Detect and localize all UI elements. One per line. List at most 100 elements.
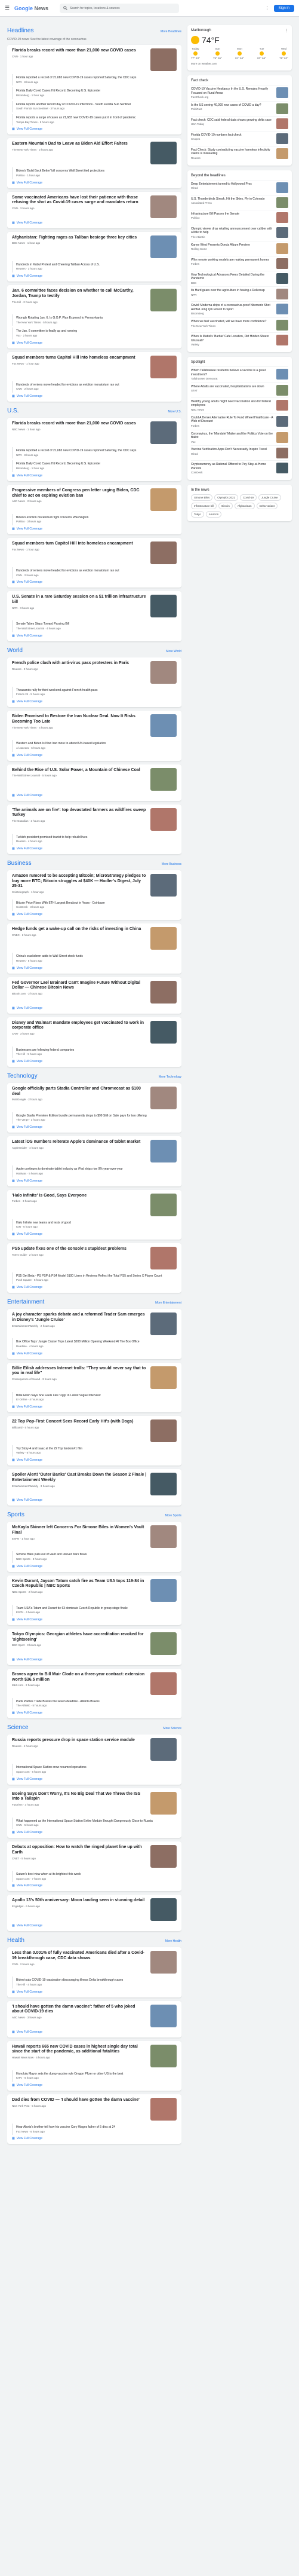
article-image[interactable] xyxy=(150,2044,177,2067)
related-article[interactable]: Biden's 'Build Back Better' bill concern… xyxy=(12,167,177,179)
article[interactable]: French police clash with anti-virus pass… xyxy=(12,660,177,684)
article-image[interactable] xyxy=(150,1845,177,1868)
full-coverage-link[interactable]: ▦ View Full Coverage xyxy=(12,966,177,970)
article-image[interactable] xyxy=(150,1738,177,1761)
article-image[interactable] xyxy=(150,421,177,445)
section-title[interactable]: World xyxy=(7,647,23,654)
article[interactable]: Latest iOS numbers reiterate Apple's dom… xyxy=(12,1140,177,1163)
side-article[interactable]: Olympic viewer drop retailing announceme… xyxy=(191,224,288,241)
article-title[interactable]: A joy character sparks debate and a refo… xyxy=(12,1313,147,1323)
article[interactable]: Hawaii reports 665 new COVID cases in hi… xyxy=(12,2044,177,2067)
related-article[interactable]: Western and Biden Is Now Iran more to at… xyxy=(12,740,177,752)
article-image[interactable] xyxy=(150,2004,177,2027)
related-article[interactable]: What happened as the International Space… xyxy=(12,1817,177,1829)
side-article[interactable]: Florida COVID-19 numbers fact check Snope… xyxy=(191,130,288,146)
article-title[interactable]: Some vaccinated Americans have lost thei… xyxy=(12,195,147,206)
article[interactable]: Eastern Mountain Dad to Leave as Biden A… xyxy=(12,142,177,165)
full-coverage-link[interactable]: ▦ View Full Coverage xyxy=(12,127,177,131)
article[interactable]: Florida breaks record with more than 21,… xyxy=(12,421,177,445)
full-coverage-link[interactable]: ▦ View Full Coverage xyxy=(12,1618,177,1622)
more-link[interactable]: More Entertainment xyxy=(155,1301,181,1305)
article-title[interactable]: Squad members turns Capitol Hill into ho… xyxy=(12,356,147,361)
article[interactable]: McKayla Skinner left Concerns For Simone… xyxy=(12,1525,177,1549)
article-image[interactable] xyxy=(150,48,177,71)
article-title[interactable]: Squad members turn Capitol Hill into hom… xyxy=(12,541,147,547)
related-article[interactable]: Team USA's Tatum and Durant tie 63 domin… xyxy=(12,1604,177,1616)
article[interactable]: Billie Eilish addresses Internet trolls:… xyxy=(12,1366,177,1389)
full-coverage-link[interactable]: ▦ View Full Coverage xyxy=(12,1458,177,1462)
menu-icon[interactable]: ☰ xyxy=(5,5,11,11)
side-article[interactable]: When Is Mattel's 'Barbie' Cafe Location,… xyxy=(191,332,288,348)
article-image[interactable] xyxy=(150,1473,177,1496)
article[interactable]: Hedge funds get a wake-up call on the ri… xyxy=(12,927,177,950)
related-article[interactable]: Florida reported a record of 21,683 new … xyxy=(12,447,177,459)
article[interactable]: PS5 update fixes one of the console's st… xyxy=(12,1246,177,1269)
article-title[interactable]: Tokyo Olympics: Georgian athletes have a… xyxy=(12,1632,147,1643)
article-title[interactable]: Progressive members of Congress pen lett… xyxy=(12,488,147,499)
side-article[interactable]: Where Adults are vaccinated, hospitaliza… xyxy=(191,382,288,397)
related-article[interactable]: Saturn's best view when at its brightest… xyxy=(12,1871,177,1883)
full-coverage-link[interactable]: ▦ View Full Coverage xyxy=(12,847,177,850)
article[interactable]: Braves agree to Bill Muir Clode on a thr… xyxy=(12,1672,177,1695)
related-article[interactable]: Florida Daily Covid Cases Hit Record, Be… xyxy=(12,87,177,99)
more-link[interactable]: More Technology xyxy=(159,1075,181,1079)
article-image[interactable] xyxy=(150,714,177,738)
article-title[interactable]: Fed Governor Lael Brainard Can't Imagine… xyxy=(12,981,147,992)
article-title[interactable]: French police clash with anti-virus pass… xyxy=(12,661,147,666)
full-coverage-link[interactable]: ▦ View Full Coverage xyxy=(12,1924,177,1928)
article-title[interactable]: Afghanistan: Fighting rages as Taliban b… xyxy=(12,235,147,241)
full-coverage-link[interactable]: ▦ View Full Coverage xyxy=(12,1060,177,1063)
search-input[interactable]: Search for topics, locations & sources xyxy=(60,3,179,13)
article-image[interactable] xyxy=(150,235,177,258)
article[interactable]: Jan. 6 committee faces decision on wheth… xyxy=(12,289,177,312)
article-title[interactable]: Disney and Walmart mandate employees get… xyxy=(12,1021,147,1032)
article-image[interactable] xyxy=(150,2098,177,2121)
article-title[interactable]: PS5 update fixes one of the console's st… xyxy=(12,1247,147,1252)
article-title[interactable]: Debuts at opposition: How to watch the r… xyxy=(12,1845,147,1856)
side-article[interactable]: Is the US seeing 40,000 new cases of COV… xyxy=(191,100,288,116)
article-title[interactable]: Boeing Says Don't Worry, It's No Big Dea… xyxy=(12,1792,147,1803)
article[interactable]: Boeing Says Don't Worry, It's No Big Dea… xyxy=(12,1791,177,1815)
side-article[interactable]: Could A Denier Alternative Rule To Fund … xyxy=(191,413,288,430)
article-image[interactable] xyxy=(150,289,177,312)
more-link[interactable]: More Science xyxy=(163,1727,181,1730)
full-coverage-link[interactable]: ▦ View Full Coverage xyxy=(12,1831,177,1834)
article[interactable]: Florida breaks record with more than 21,… xyxy=(12,48,177,71)
full-coverage-link[interactable]: ▦ View Full Coverage xyxy=(12,1352,177,1356)
article[interactable]: A joy character sparks debate and a refo… xyxy=(12,1313,177,1336)
topic-chip[interactable]: Afghanistan xyxy=(234,503,255,510)
related-article[interactable]: Florida reported a record of 21,683 new … xyxy=(12,74,177,86)
article-title[interactable]: Spoiler Alert! 'Outer Banks' Cast Breaks… xyxy=(12,1473,147,1483)
topic-chip[interactable]: Infrastructure bill xyxy=(191,503,217,510)
article[interactable]: Afghanistan: Fighting rages as Taliban b… xyxy=(12,235,177,258)
full-coverage-link[interactable]: ▦ View Full Coverage xyxy=(12,580,177,584)
related-article[interactable]: Hundreds in Kabul Protest and Cheering T… xyxy=(12,261,177,273)
article-image[interactable] xyxy=(150,142,177,165)
full-coverage-link[interactable]: ▦ View Full Coverage xyxy=(12,1658,177,1662)
article-image[interactable] xyxy=(150,355,177,378)
article-title[interactable]: Behind the Rise of U.S. Solar Power, a M… xyxy=(12,768,147,773)
article-image[interactable] xyxy=(150,1632,177,1655)
side-article[interactable]: Fact check: CDC said federal data shows … xyxy=(191,115,288,131)
topic-chip[interactable]: Olympics 2021 xyxy=(214,494,239,501)
apps-icon[interactable]: ⋮ xyxy=(264,5,270,11)
article-title[interactable]: Google officially parts Stadia Controlle… xyxy=(12,1087,147,1097)
full-coverage-link[interactable]: ▦ View Full Coverage xyxy=(12,2030,177,2034)
article-image[interactable] xyxy=(150,1193,177,1216)
article[interactable]: Progressive members of Congress pen lett… xyxy=(12,488,177,511)
article-title[interactable]: Jan. 6 committee faces decision on wheth… xyxy=(12,289,147,299)
article-title[interactable]: Apollo 13's 50th anniversary: Moon landi… xyxy=(12,1898,147,1904)
article[interactable]: Disney and Walmart mandate employees get… xyxy=(12,1020,177,1044)
side-article[interactable]: Healthy young adults might need vaccinat… xyxy=(191,397,288,414)
related-article[interactable]: Businesses are following federal compani… xyxy=(12,1046,177,1058)
related-article[interactable]: Billie Eilish Says She Feels Like 'Ugly'… xyxy=(12,1391,177,1403)
article-image[interactable] xyxy=(150,1791,177,1815)
related-article[interactable]: China's crackdown adds to Wall Street st… xyxy=(12,953,177,965)
more-link[interactable]: More Headlines xyxy=(161,30,181,33)
full-coverage-link[interactable]: ▦ View Full Coverage xyxy=(12,394,177,398)
article-title[interactable]: Billie Eilish addresses Internet trolls:… xyxy=(12,1366,147,1377)
article-title[interactable]: U.S. Senate in a rare Saturday session o… xyxy=(12,595,147,605)
side-article[interactable]: Deep Entertainment turned to Hollywood P… xyxy=(191,179,288,195)
full-coverage-link[interactable]: ▦ View Full Coverage xyxy=(12,274,177,278)
article-title[interactable]: Less than 0.001% of fully vaccinated Ame… xyxy=(12,1951,147,1962)
